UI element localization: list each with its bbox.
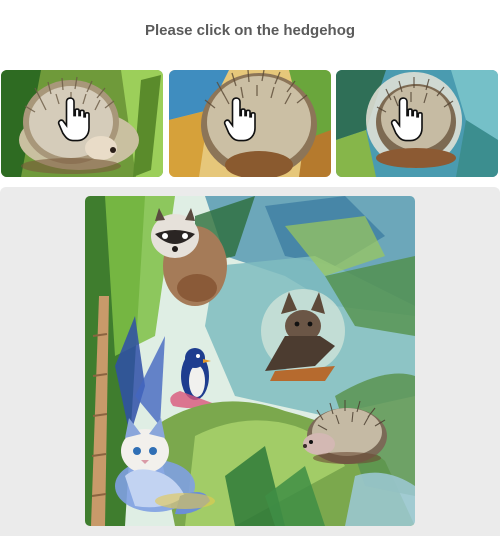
bat bbox=[261, 289, 345, 381]
example-image-hedgehog-3 bbox=[336, 70, 498, 177]
example-image-hedgehog-2 bbox=[169, 70, 331, 177]
captcha-prompt: Please click on the hedgehog bbox=[144, 22, 356, 39]
example-image-hedgehog-1 bbox=[1, 70, 163, 177]
challenge-image[interactable] bbox=[85, 196, 415, 526]
example-images-row bbox=[0, 70, 500, 177]
